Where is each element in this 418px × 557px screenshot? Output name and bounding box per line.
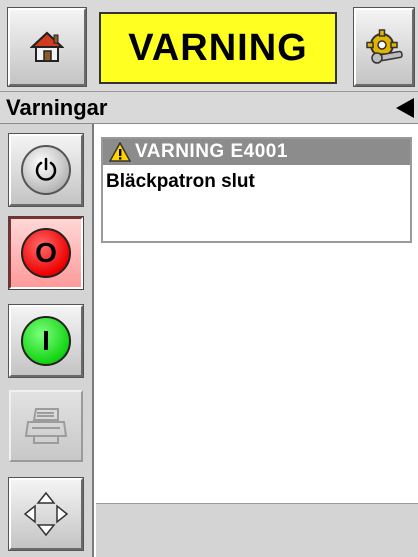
home-button[interactable] [8,8,86,86]
power-icon [21,145,71,195]
warning-banner[interactable]: VARNING [99,12,337,84]
alert-header: VARNING E4001 [103,139,410,165]
alert-item[interactable]: VARNING E4001 Bläckpatron slut [101,137,412,243]
stop-button[interactable]: O [9,217,83,289]
four-arrows-icon [11,480,81,548]
page-title: Varningar [6,95,108,120]
alert-code: VARNING E4001 [135,141,288,162]
home-icon [10,10,84,84]
alert-message: Bläckpatron slut [106,171,255,192]
start-label: I [21,316,71,366]
triangle-left-icon[interactable] [396,98,414,118]
settings-button[interactable] [354,8,414,86]
gear-wrench-icon [356,10,412,84]
stop-label: O [21,228,71,278]
bottom-bar [96,503,418,557]
navigation-button[interactable] [9,478,83,550]
print-button[interactable] [9,390,83,462]
start-button[interactable]: I [9,305,83,377]
warning-triangle-icon [109,142,131,162]
title-bar: Varningar [0,92,418,124]
power-button[interactable] [9,134,83,206]
printer-icon [11,392,81,460]
